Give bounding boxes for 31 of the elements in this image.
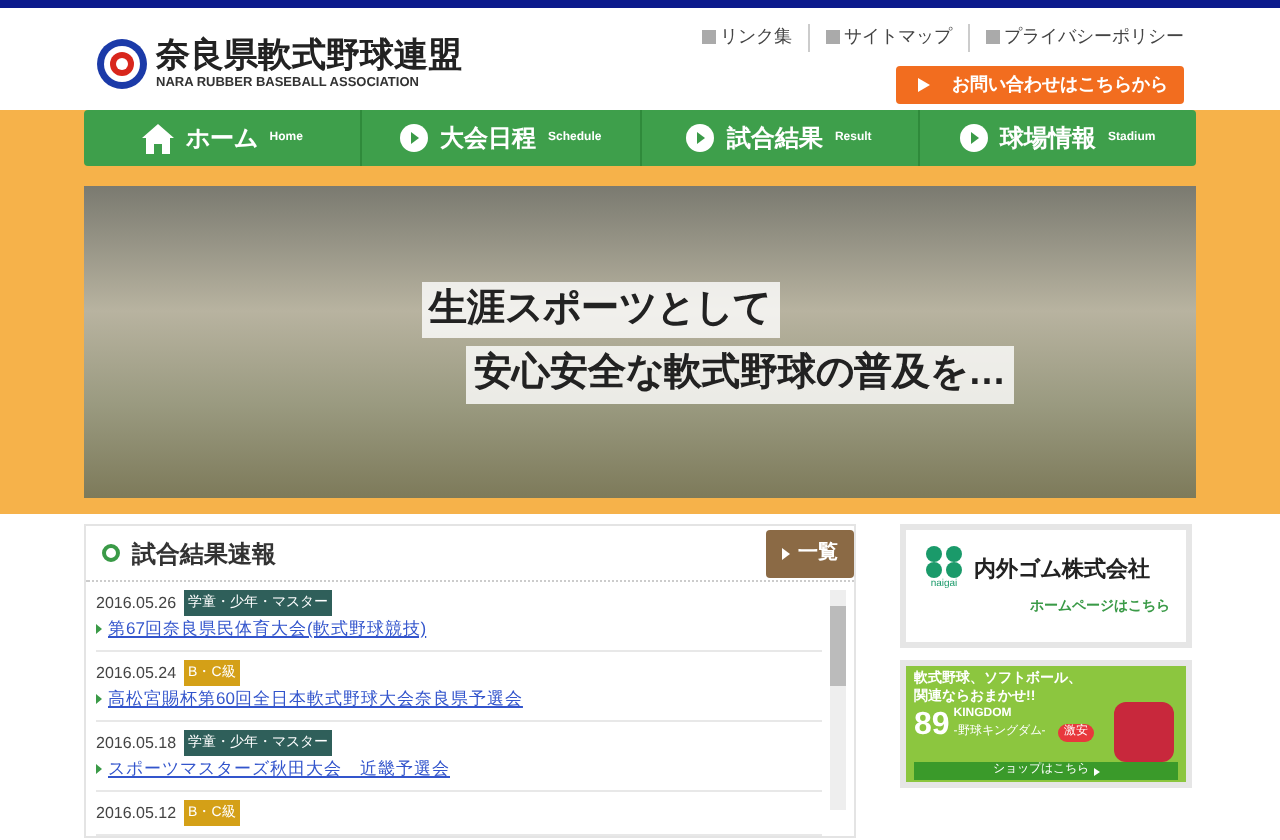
ring-icon [102, 544, 120, 562]
bullet-icon [96, 764, 102, 774]
section-title: 試合結果速報 [132, 537, 276, 571]
play-icon [918, 77, 930, 92]
hero-caption: 安心安全な軟式野球の普及を… [466, 346, 1014, 403]
company-name: 内外ゴム株式会社 [974, 555, 1150, 585]
header-link[interactable]: リンク集 [702, 24, 792, 51]
result-date: 2016.05.12 [96, 802, 177, 826]
list-button[interactable]: 一覧 [766, 529, 854, 577]
result-link[interactable]: 高松宮賜杯第60回全日本軟式野球大会奈良県予選会 [108, 686, 523, 712]
bullet-icon [96, 624, 102, 634]
header-link[interactable]: プライバシーポリシー [968, 24, 1184, 51]
site-title: 奈良県軟式野球連盟 [156, 36, 462, 76]
arrow-circle-icon [960, 124, 989, 152]
bullet-icon [96, 694, 102, 704]
home-icon [141, 123, 174, 153]
emblem-icon [96, 38, 148, 90]
play-icon [782, 547, 790, 559]
dots-logo-icon [922, 546, 966, 578]
result-date: 2016.05.26 [96, 592, 177, 616]
result-date: 2016.05.18 [96, 732, 177, 756]
arrow-circle-icon [686, 124, 715, 152]
play-icon [1093, 767, 1099, 775]
brand-number: 89 [914, 710, 950, 742]
result-link[interactable]: スポーツマスターズ秋田大会 近畿予選会 [108, 756, 450, 782]
hero-caption: 生涯スポーツとして [421, 281, 779, 338]
result-date: 2016.05.24 [96, 662, 177, 686]
scrollbar[interactable] [830, 590, 846, 810]
header-link[interactable]: サイトマップ [808, 24, 952, 51]
arrow-circle-icon [400, 124, 429, 152]
result-link[interactable]: 第67回奈良県民体育大会(軟式野球競技) [108, 616, 427, 642]
